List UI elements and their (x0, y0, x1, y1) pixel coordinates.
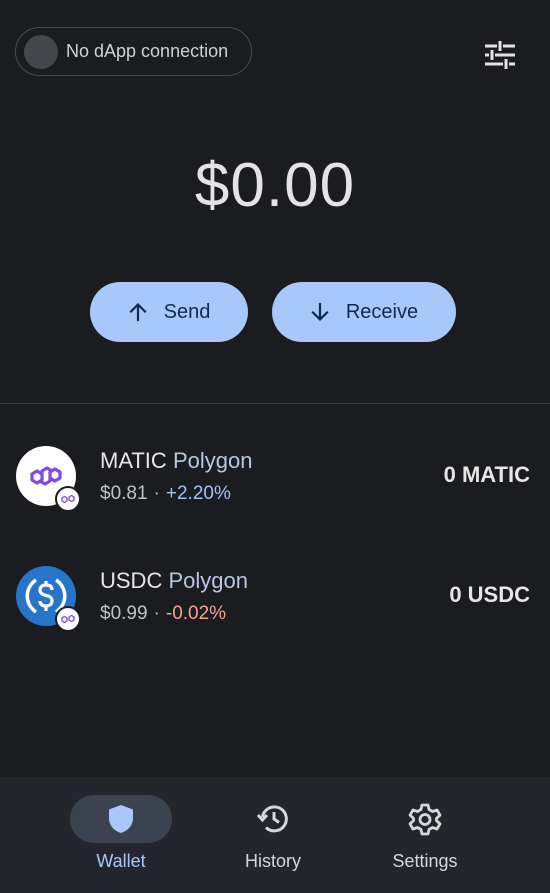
token-change: -0.02% (165, 603, 227, 624)
separator: · (153, 603, 160, 624)
token-chain: Polygon (172, 448, 253, 473)
nav-icon-container (374, 795, 476, 843)
token-row-usdc[interactable]: USDC Polygon $0.99 · -0.02% 0 USDC (0, 546, 550, 646)
arrow-down-icon (311, 302, 329, 322)
token-symbol: USDC (100, 568, 163, 593)
token-price: $0.81 (100, 483, 148, 504)
arrow-up-icon (129, 302, 147, 322)
dapp-connection-label: No dApp connection (66, 41, 229, 61)
gear-icon (408, 803, 442, 836)
token-row-matic[interactable]: MATIC Polygon $0.81 · +2.20% 0 MATIC (0, 426, 550, 526)
receive-button[interactable]: Receive (272, 282, 456, 342)
polygon-chain-badge-icon (55, 606, 81, 632)
nav-label-wallet: Wallet (96, 851, 146, 871)
nav-item-history[interactable]: History (203, 777, 343, 893)
token-symbol: MATIC (100, 448, 167, 473)
nav-active-indicator (70, 795, 172, 843)
dapp-avatar (24, 34, 58, 69)
separator: · (153, 483, 160, 504)
token-price: $0.99 (100, 603, 148, 624)
shield-icon (109, 805, 133, 833)
nav-item-settings[interactable]: Settings (355, 777, 495, 893)
send-label: Send (163, 300, 211, 323)
receive-label: Receive (345, 300, 419, 323)
nav-label-settings: Settings (392, 851, 458, 871)
dapp-connection-chip[interactable]: No dApp connection (15, 27, 252, 76)
token-amount: 0 MATIC (443, 462, 530, 487)
nav-item-wallet[interactable]: Wallet (51, 777, 191, 893)
token-chain: Polygon (168, 568, 248, 593)
history-icon (256, 805, 288, 833)
divider (0, 403, 550, 404)
token-amount: 0 USDC (449, 582, 530, 607)
token-change: +2.20% (165, 483, 231, 504)
nav-icon-container (222, 795, 324, 843)
token-price-line: $0.81 · +2.20% (100, 483, 231, 505)
token-name: MATIC Polygon (100, 448, 252, 474)
filter-button[interactable] (480, 35, 520, 75)
bottom-navigation: Wallet History Settings (0, 777, 550, 893)
polygon-chain-badge-icon (55, 486, 81, 512)
nav-label-history: History (244, 851, 301, 871)
token-price-line: $0.99 · -0.02% (100, 603, 226, 625)
total-balance: $0.00 (194, 151, 356, 220)
send-button[interactable]: Send (90, 282, 248, 342)
token-name: USDC Polygon (100, 568, 248, 594)
sliders-icon (485, 41, 515, 69)
